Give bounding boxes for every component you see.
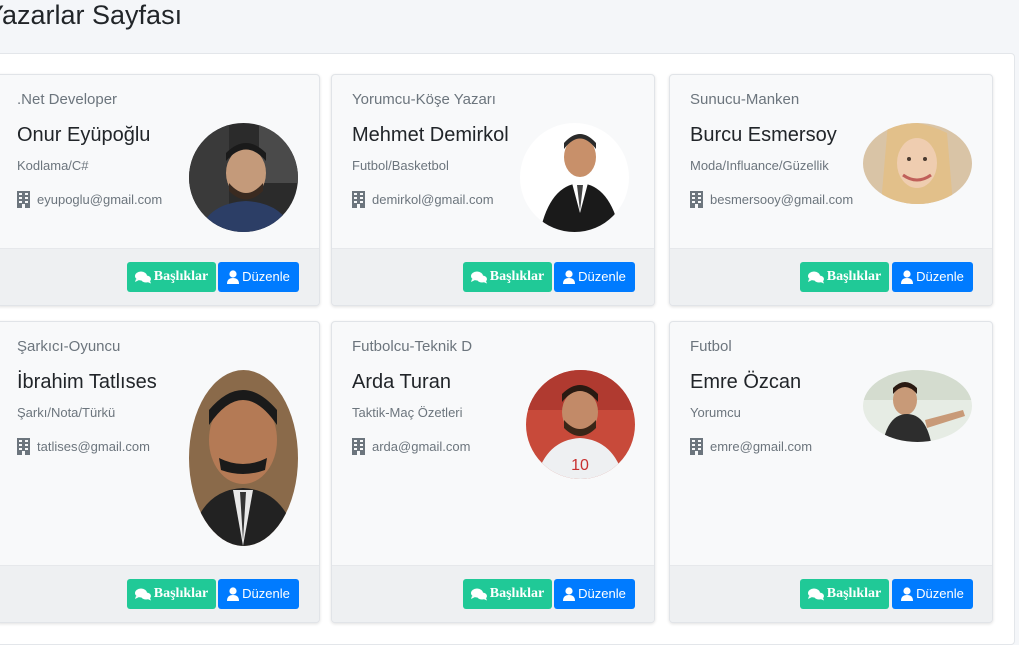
author-card: Futbolcu-Teknik D Arda Turan Taktik-Maç …: [331, 321, 655, 623]
author-card: Şarkıcı-Oyuncu İbrahim Tatlıses Şarkı/No…: [0, 321, 320, 623]
user-icon: [563, 587, 576, 601]
comments-icon: [807, 588, 824, 600]
author-role: Sunucu-Manken: [690, 91, 800, 108]
edit-button[interactable]: Düzenle: [218, 579, 299, 609]
author-email-row: emre@gmail.com: [690, 438, 812, 455]
svg-text:10: 10: [571, 457, 589, 474]
user-icon: [563, 270, 576, 284]
author-name: Mehmet Demirkol: [352, 124, 509, 146]
card-footer: Başlıklar Düzenle: [670, 248, 992, 305]
author-photo: [863, 370, 972, 442]
author-role: .Net Developer: [17, 91, 118, 108]
titles-button[interactable]: Başlıklar: [800, 262, 889, 292]
building-icon: [690, 438, 703, 455]
author-card: Yorumcu-Köşe Yazarı Mehmet Demirkol Futb…: [331, 74, 655, 306]
author-topic: Moda/Influance/Güzellik: [690, 158, 829, 173]
user-icon: [901, 587, 914, 601]
author-topic: Taktik-Maç Özetleri: [352, 405, 463, 420]
author-card: .Net Developer Onur Eyüpoğlu Kodlama/C# …: [0, 74, 320, 306]
author-role: Şarkıcı-Oyuncu: [17, 338, 121, 355]
page-title: Yazarlar Sayfası: [0, 0, 183, 30]
author-email-row: eyupoglu@gmail.com: [17, 191, 162, 208]
author-topic: Futbol/Basketbol: [352, 158, 449, 173]
author-role: Yorumcu-Köşe Yazarı: [352, 91, 496, 108]
author-email: besmersooy@gmail.com: [710, 192, 854, 207]
author-email-row: tatlises@gmail.com: [17, 438, 150, 455]
building-icon: [352, 191, 365, 208]
author-email-row: besmersooy@gmail.com: [690, 191, 853, 208]
author-email: tatlises@gmail.com: [37, 439, 150, 454]
author-role: Futbol: [690, 338, 732, 355]
edit-button[interactable]: Düzenle: [554, 579, 635, 609]
author-email: arda@gmail.com: [372, 439, 471, 454]
author-email-row: demirkol@gmail.com: [352, 191, 494, 208]
author-name: Emre Özcan: [690, 371, 802, 393]
user-icon: [901, 270, 914, 284]
comments-icon: [134, 271, 151, 283]
author-name: Arda Turan: [352, 371, 451, 393]
card-footer: Başlıklar Düzenle: [670, 565, 992, 622]
titles-button[interactable]: Başlıklar: [800, 579, 889, 609]
author-email: eyupoglu@gmail.com: [37, 192, 163, 207]
building-icon: [17, 438, 30, 455]
author-photo: [520, 123, 629, 232]
author-topic: Kodlama/C#: [17, 158, 89, 173]
author-photo: [863, 123, 972, 204]
author-photo: 10: [526, 370, 635, 479]
card-footer: Başlıklar Düzenle: [0, 565, 319, 622]
titles-button[interactable]: Başlıklar: [463, 579, 552, 609]
author-card: Sunucu-Manken Burcu Esmersoy Moda/Influa…: [669, 74, 993, 306]
comments-icon: [807, 271, 824, 283]
author-email: emre@gmail.com: [710, 439, 813, 454]
titles-button[interactable]: Başlıklar: [127, 262, 216, 292]
card-footer: Başlıklar Düzenle: [0, 248, 319, 305]
author-name: İbrahim Tatlıses: [17, 371, 157, 393]
titles-button[interactable]: Başlıklar: [127, 579, 216, 609]
author-photo: [189, 123, 298, 232]
author-card: Futbol Emre Özcan Yorumcu emre@gmail.com…: [669, 321, 993, 623]
author-name: Burcu Esmersoy: [690, 124, 837, 146]
titles-button[interactable]: Başlıklar: [463, 262, 552, 292]
author-topic: Yorumcu: [690, 405, 741, 420]
author-email-row: arda@gmail.com: [352, 438, 470, 455]
comments-icon: [470, 588, 487, 600]
card-footer: Başlıklar Düzenle: [332, 248, 654, 305]
author-name: Onur Eyüpoğlu: [17, 124, 151, 146]
edit-button[interactable]: Düzenle: [892, 262, 973, 292]
building-icon: [690, 191, 703, 208]
edit-button[interactable]: Düzenle: [554, 262, 635, 292]
edit-button[interactable]: Düzenle: [892, 579, 973, 609]
author-photo: [189, 370, 298, 546]
building-icon: [352, 438, 365, 455]
author-topic: Şarkı/Nota/Türkü: [17, 405, 116, 420]
user-icon: [227, 587, 240, 601]
comments-icon: [470, 271, 487, 283]
user-icon: [227, 270, 240, 284]
author-email: demirkol@gmail.com: [372, 192, 494, 207]
author-role: Futbolcu-Teknik D: [352, 338, 473, 355]
card-footer: Başlıklar Düzenle: [332, 565, 654, 622]
edit-button[interactable]: Düzenle: [218, 262, 299, 292]
building-icon: [17, 191, 30, 208]
comments-icon: [134, 588, 151, 600]
